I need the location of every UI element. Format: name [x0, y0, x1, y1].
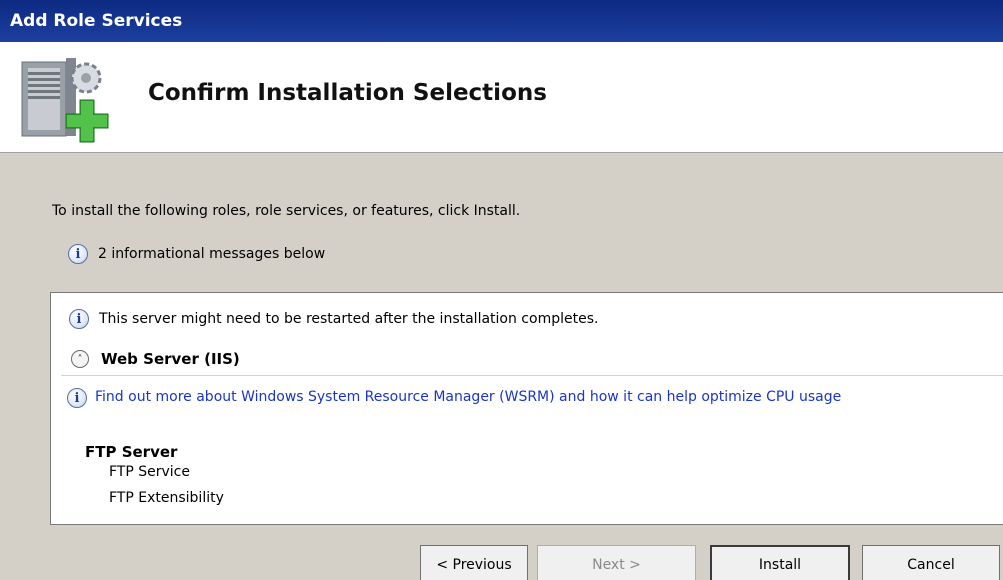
wsrm-link[interactable]: Find out more about Windows System Resou… — [95, 387, 841, 407]
install-button[interactable]: Install — [710, 545, 850, 580]
info-icon: i — [67, 388, 87, 408]
intro-text: To install the following roles, role ser… — [52, 203, 521, 219]
section-header-web-server: ˄ Web Server (IIS) — [61, 343, 1003, 376]
add-role-services-window: Add Role Services Confirm Installation S… — [0, 0, 1003, 580]
feature-item: FTP Service — [109, 464, 190, 480]
selections-list[interactable]: i This server might need to be restarted… — [50, 292, 1003, 525]
info-summary: i 2 informational messages below — [68, 244, 325, 264]
restart-note: i This server might need to be restarted… — [69, 309, 598, 329]
wsrm-link-row: i Find out more about Windows System Res… — [67, 387, 997, 408]
title-bar: Add Role Services — [0, 0, 1003, 42]
next-button[interactable]: Next > — [537, 545, 696, 580]
restart-note-text: This server might need to be restarted a… — [99, 311, 599, 327]
chevron-up-icon[interactable]: ˄ — [71, 350, 89, 368]
feature-item: FTP Extensibility — [109, 490, 224, 506]
previous-button[interactable]: < Previous — [420, 545, 528, 580]
info-icon: i — [68, 244, 88, 264]
cancel-button[interactable]: Cancel — [862, 545, 1000, 580]
window-title: Add Role Services — [10, 11, 183, 31]
section-title: Web Server (IIS) — [101, 350, 240, 368]
page-title: Confirm Installation Selections — [148, 80, 547, 106]
wizard-header: Confirm Installation Selections — [0, 42, 1003, 153]
info-count-text: 2 informational messages below — [98, 246, 326, 262]
server-add-icon — [20, 56, 115, 144]
info-icon: i — [69, 309, 89, 329]
feature-group-title: FTP Server — [85, 443, 178, 461]
